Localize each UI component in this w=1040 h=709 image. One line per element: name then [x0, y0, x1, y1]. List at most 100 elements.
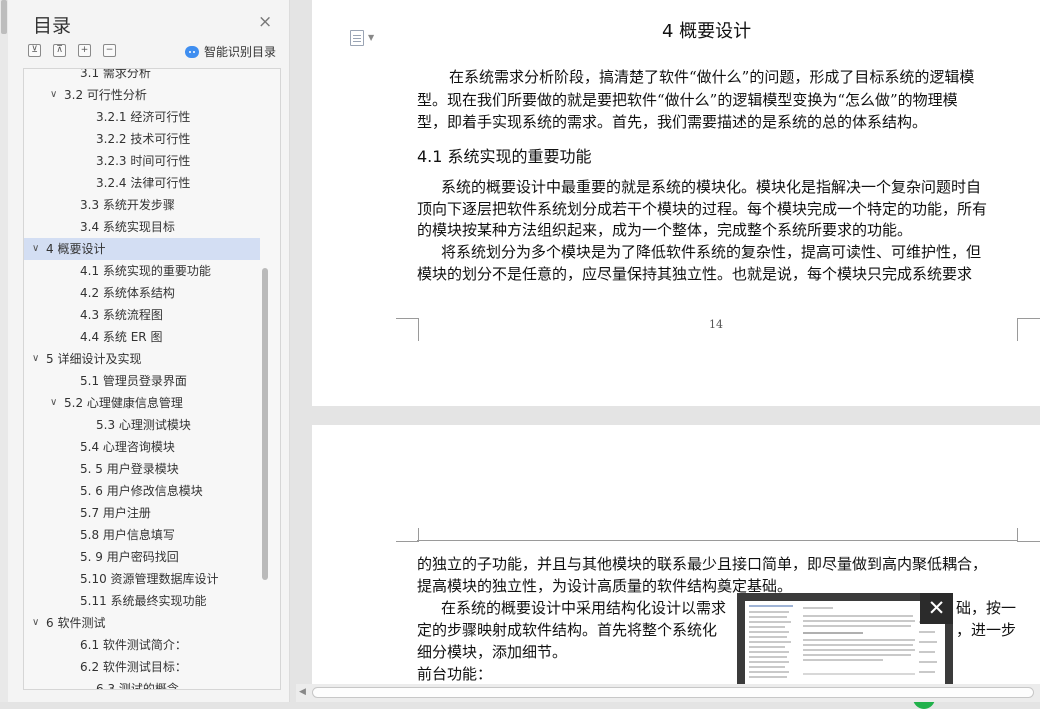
- chevron-down-icon[interactable]: ∨: [32, 612, 39, 634]
- toc-item[interactable]: ∨ 4 概要设计: [24, 238, 260, 260]
- paragraph-line: 模块的划分不是任意的，应尽量保持其独立性。也就是说，每个模块只完成系统要求: [417, 265, 973, 283]
- paragraph-line: 系统的概要设计中最重要的就是系统的模块化。模块化是指解决一个复杂问题时自: [441, 178, 982, 196]
- toc-sidebar: 目录 × ⊻ ⊼ + − 智能识别目录 3.1 需求分析 ∨ 3.2 可行性分析 3.…: [0, 0, 290, 702]
- toc-item-label: 5. 5 用户登录模块: [80, 462, 179, 476]
- toc-item[interactable]: 5.3 心理测试模块: [24, 414, 260, 436]
- paragraph-line: 在系统的概要设计中采用结构化设计以需求: [441, 599, 727, 617]
- toc-item-label: 4.1 系统实现的重要功能: [80, 264, 211, 278]
- toc-item-label: 5.8 用户信息填写: [80, 528, 175, 542]
- toc-item-label: 4 概要设计: [46, 242, 106, 256]
- robot-icon: [185, 45, 199, 58]
- toc-item[interactable]: 6.3 测试的概念: [24, 678, 260, 690]
- chevron-down-icon[interactable]: ∨: [50, 84, 57, 106]
- crop-mark: [1017, 528, 1040, 542]
- toc-item[interactable]: 5. 5 用户登录模块: [24, 458, 260, 480]
- toc-tree: 3.1 需求分析 ∨ 3.2 可行性分析 3.2.1 经济可行性 3.2.2 技术可行性…: [23, 68, 281, 690]
- toc-item-label: 5 详细设计及实现: [46, 352, 142, 366]
- toc-item-label: 5.1 管理员登录界面: [80, 374, 187, 388]
- toc-item-label: 4.2 系统体系结构: [80, 286, 175, 300]
- crop-mark: [396, 528, 419, 542]
- toc-item[interactable]: 5.7 用户注册: [24, 502, 260, 524]
- header-rule: [417, 540, 1017, 541]
- smart-toc-button[interactable]: 智能识别目录: [185, 43, 276, 60]
- toc-item-label: 3.2.1 经济可行性: [96, 110, 191, 124]
- paragraph-line: 型，即着手实现系统的需求。首先，我们需要描述的是系统的总的体系结构。: [417, 113, 928, 131]
- toc-item[interactable]: 3.2.2 技术可行性: [24, 128, 260, 150]
- sidebar-edge-thumb[interactable]: [1, 0, 7, 34]
- paragraph-line: 的独立的子功能，并且与其他模块的联系最少且接口简单，即尽量做到高内聚低耦合，: [417, 555, 988, 573]
- toc-item[interactable]: 6.1 软件测试简介：: [24, 634, 260, 656]
- close-icon[interactable]: ×: [258, 12, 272, 32]
- collapse-all-icon[interactable]: ⊻: [28, 44, 41, 57]
- toc-item-label: 6.3 测试的概念: [96, 682, 179, 690]
- chevron-down-icon[interactable]: ∨: [50, 392, 57, 414]
- toc-item[interactable]: 3.2.4 法律可行性: [24, 172, 260, 194]
- add-heading-icon[interactable]: +: [78, 44, 91, 57]
- toc-item[interactable]: 4.4 系统 ER 图: [24, 326, 260, 348]
- toc-item-label: 3.1 需求分析: [80, 68, 151, 80]
- toc-item-label: 3.2.4 法律可行性: [96, 176, 191, 190]
- toc-toolbar: ⊻ ⊼ + −: [28, 44, 128, 58]
- paragraph-line: 的模块按某种方法组织起来，成为一个整体，完成整个系统所要求的功能。: [417, 221, 913, 239]
- horizontal-scrollbar-thumb[interactable]: [312, 687, 1034, 698]
- scroll-left-icon[interactable]: ◀: [299, 687, 306, 697]
- sidebar-edge-scrollbar[interactable]: [0, 0, 8, 702]
- toc-item[interactable]: 5. 6 用户修改信息模块: [24, 480, 260, 502]
- toc-item-label: 6.1 软件测试简介：: [80, 638, 187, 652]
- toc-item[interactable]: ∨ 6 软件测试: [24, 612, 260, 634]
- toc-scrollbar-thumb[interactable]: [262, 268, 268, 580]
- toc-item[interactable]: 5.11 系统最终实现功能: [24, 590, 260, 612]
- chevron-down-icon[interactable]: ∨: [32, 238, 39, 260]
- toc-item[interactable]: 5.1 管理员登录界面: [24, 370, 260, 392]
- chapter-title: 4 概要设计: [662, 21, 752, 42]
- toc-item[interactable]: 3.2.1 经济可行性: [24, 106, 260, 128]
- paragraph-fragment: ，进一步: [956, 621, 1017, 639]
- toc-item-label: 6.2 软件测试目标：: [80, 660, 187, 674]
- toc-item[interactable]: 5.4 心理咨询模块: [24, 436, 260, 458]
- toc-item-label: 5.2 心理健康信息管理: [64, 396, 183, 410]
- document-icon[interactable]: [350, 30, 364, 46]
- paragraph-line: 定的步骤映射成软件结构。首先将整个系统化: [417, 621, 718, 639]
- toc-item[interactable]: 3.1 需求分析: [24, 68, 260, 84]
- toc-item[interactable]: 5.10 资源管理数据库设计: [24, 568, 260, 590]
- chevron-down-icon[interactable]: ▼: [368, 33, 374, 42]
- toc-item[interactable]: 3.3 系统开发步骤: [24, 194, 260, 216]
- toc-item[interactable]: 4.3 系统流程图: [24, 304, 260, 326]
- toc-item[interactable]: ∨ 5.2 心理健康信息管理: [24, 392, 260, 414]
- toc-item-label: 3.2 可行性分析: [64, 88, 147, 102]
- toc-item-label: 5.4 心理咨询模块: [80, 440, 175, 454]
- toc-item-label: 3.2.3 时间可行性: [96, 154, 191, 168]
- toc-item[interactable]: 6.2 软件测试目标：: [24, 656, 260, 678]
- toc-item[interactable]: 3.4 系统实现目标: [24, 216, 260, 238]
- crop-mark: [396, 318, 419, 341]
- toc-item-label: 6 软件测试: [46, 616, 106, 630]
- paragraph-line: 顶向下逐层把软件系统划分成若干个模块的过程。每个模块完成一个特定的功能，所有: [417, 200, 988, 218]
- toc-item-label: 5.3 心理测试模块: [96, 418, 191, 432]
- paragraph-fragment: 础，按一: [956, 599, 1017, 617]
- toc-item[interactable]: 5. 9 用户密码找回: [24, 546, 260, 568]
- toc-title: 目录: [33, 15, 72, 37]
- toc-item-label: 3.4 系统实现目标: [80, 220, 175, 234]
- toc-item[interactable]: ∨ 5 详细设计及实现: [24, 348, 260, 370]
- toc-item-label: 5.11 系统最终实现功能: [80, 594, 207, 608]
- toc-item-label: 5.7 用户注册: [80, 506, 151, 520]
- page-14: ▼ 4 概要设计 在系统需求分析阶段，搞清楚了软件“做什么”的问题，形成了目标系…: [312, 0, 1040, 406]
- paragraph-line: 提高模块的独立性，为设计高质量的软件结构奠定基础。: [417, 577, 793, 595]
- paragraph-line: 前台功能：: [417, 665, 493, 683]
- toc-item-label: 5. 6 用户修改信息模块: [80, 484, 203, 498]
- close-icon[interactable]: ✕: [920, 593, 953, 624]
- toc-item[interactable]: 5.8 用户信息填写: [24, 524, 260, 546]
- toc-item[interactable]: ∨ 3.2 可行性分析: [24, 84, 260, 106]
- toc-item[interactable]: 4.1 系统实现的重要功能: [24, 260, 260, 282]
- horizontal-scrollbar[interactable]: ◀: [296, 684, 1040, 702]
- remove-heading-icon[interactable]: −: [103, 44, 116, 57]
- chevron-down-icon[interactable]: ∨: [32, 348, 39, 370]
- toc-item[interactable]: 3.2.3 时间可行性: [24, 150, 260, 172]
- toc-item-label: 5. 9 用户密码找回: [80, 550, 179, 564]
- paragraph-line: 在系统需求分析阶段，搞清楚了软件“做什么”的问题，形成了目标系统的逻辑模: [449, 68, 975, 86]
- toc-item[interactable]: 4.2 系统体系结构: [24, 282, 260, 304]
- toc-item-label: 4.4 系统 ER 图: [80, 330, 163, 344]
- expand-all-icon[interactable]: ⊼: [53, 44, 66, 57]
- smart-toc-label: 智能识别目录: [204, 45, 277, 59]
- toc-item-label: 5.10 资源管理数据库设计: [80, 572, 219, 586]
